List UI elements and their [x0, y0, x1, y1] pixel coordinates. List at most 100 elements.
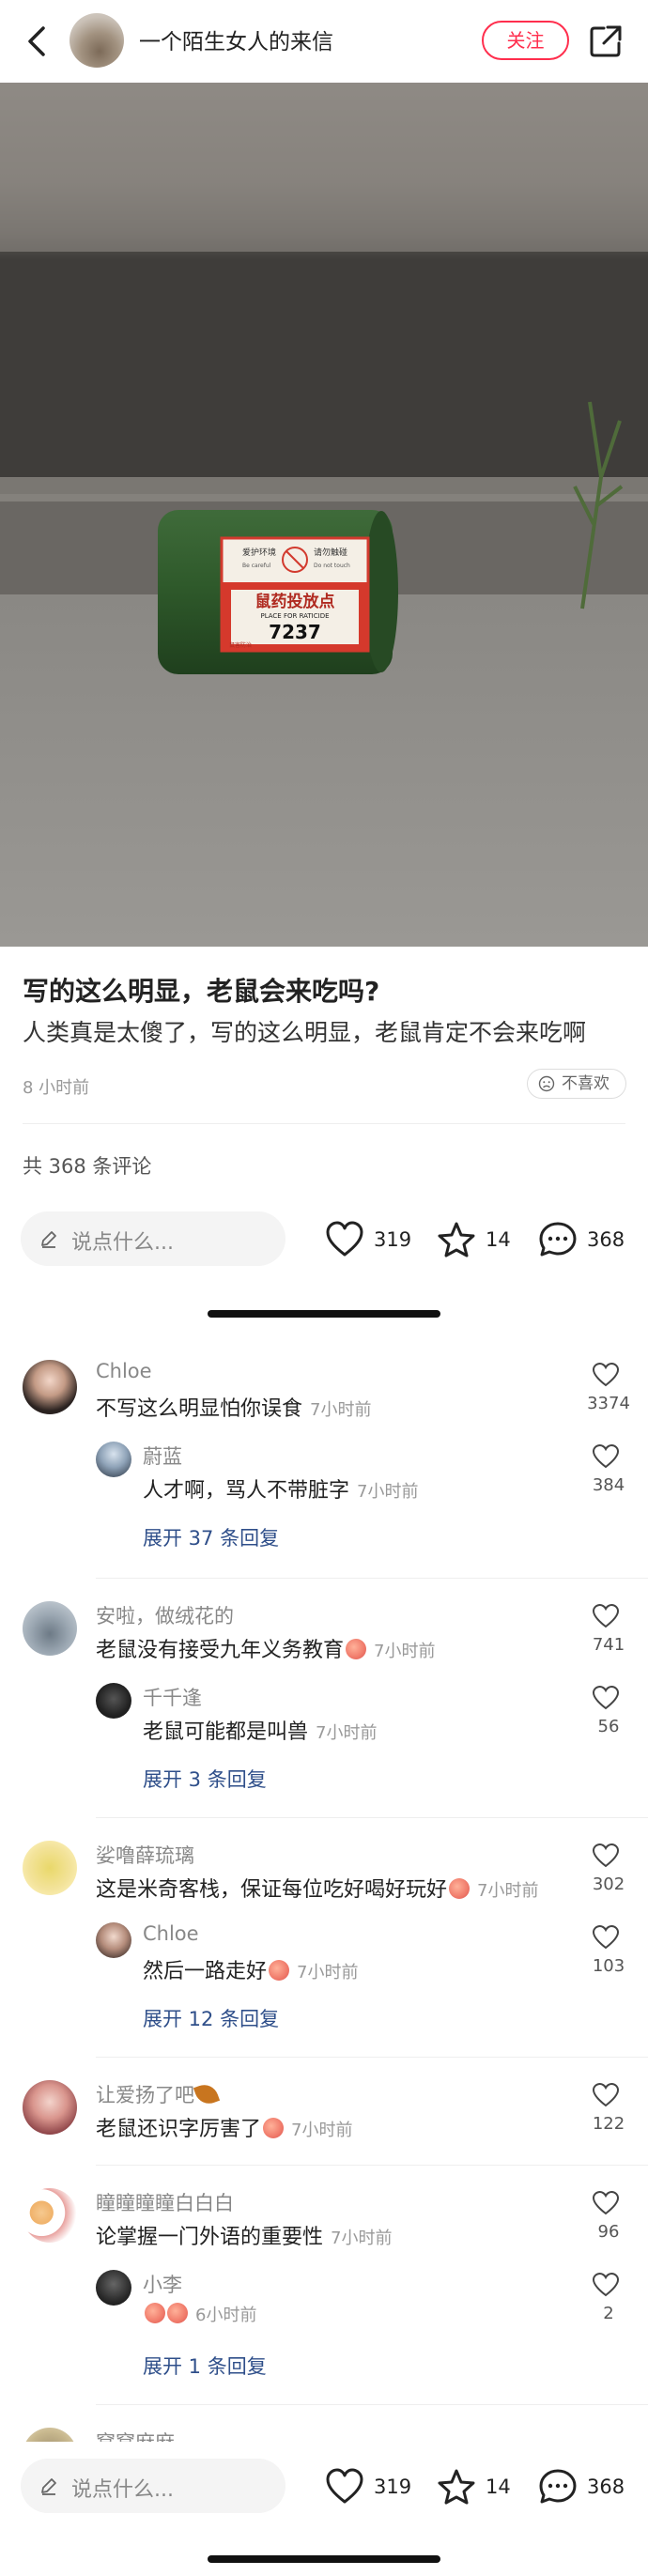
reply-body: 然后一路走好 — [143, 1960, 268, 1983]
reply-like-count: 56 — [597, 1717, 620, 1736]
comment-input[interactable]: 说点什么... — [21, 2459, 285, 2513]
comment-like-count: 302 — [592, 1874, 625, 1894]
comment-divider — [96, 1578, 648, 1579]
comment-bubble-icon — [539, 1222, 577, 1257]
expand-replies-link[interactable]: 展开 12 条回复 — [143, 2004, 279, 2032]
expand-replies-link[interactable]: 展开 1 条回复 — [143, 2352, 267, 2380]
reply-time: 7小时前 — [357, 1482, 419, 1502]
comment-text: 老鼠还识字厉害了 7小时前 — [96, 2112, 352, 2142]
commenter-avatar[interactable] — [23, 2080, 77, 2135]
comment-text: 这是米奇客栈，保证每位吃好喝好玩好 7小时前 — [96, 1873, 538, 1903]
bottom-action-bar: 说点什么... 319 14 368 — [0, 2442, 648, 2526]
reply-text: 人才啊，骂人不带脏字 7小时前 — [143, 1473, 418, 1504]
comment-divider — [96, 2165, 648, 2166]
comment-text: 论掌握一门外语的重要性 7小时前 — [96, 2220, 392, 2250]
reply-avatar[interactable] — [96, 2270, 131, 2306]
like-count: 319 — [374, 1228, 412, 1251]
commenter-avatar[interactable] — [23, 1360, 77, 1414]
heart-icon[interactable] — [592, 2272, 620, 2298]
pencil-icon — [41, 1231, 56, 1248]
home-indicator — [208, 2555, 440, 2563]
commenter-avatar[interactable] — [23, 1841, 77, 1895]
comment-like-count: 741 — [592, 1635, 625, 1655]
commenter-name[interactable]: 瞳瞳瞳瞳白白白 — [96, 2188, 234, 2216]
comment-divider — [96, 2057, 648, 2058]
comment-input-placeholder: 说点什么... — [71, 1231, 174, 1255]
comment-like-count: 122 — [592, 2114, 625, 2134]
chevron-left-icon[interactable] — [21, 23, 54, 60]
reply-like-count: 2 — [603, 2304, 614, 2323]
reply-name[interactable]: 小李 — [143, 2270, 182, 2298]
favorite-count: 14 — [486, 2476, 511, 2498]
reply-avatar[interactable] — [96, 1442, 131, 1477]
expand-replies-link[interactable]: 展开 37 条回复 — [143, 1523, 279, 1551]
comment-bubble-icon — [539, 2469, 577, 2504]
pencil-icon — [41, 2478, 56, 2495]
heart-icon[interactable] — [592, 1843, 620, 1869]
heart-icon[interactable] — [592, 2190, 620, 2216]
reply-name[interactable]: 蔚蓝 — [143, 1442, 182, 1470]
heart-icon[interactable] — [592, 1362, 620, 1388]
heart-icon[interactable] — [592, 1603, 620, 1629]
comment-time: 7小时前 — [374, 1642, 436, 1661]
home-indicator — [208, 1310, 440, 1318]
comment-time: 7小时前 — [331, 2229, 393, 2248]
author-name[interactable]: 一个陌生女人的来信 — [139, 23, 333, 55]
heart-icon[interactable] — [592, 1443, 620, 1470]
comment-body: 老鼠没有接受九年义务教育 — [96, 1639, 345, 1662]
heart-icon[interactable] — [592, 2082, 620, 2108]
comment-body: 不写这么明显怕你误食 — [96, 1397, 303, 1421]
sign-label-left: 爱护环境 — [242, 547, 276, 558]
leaf-icon — [193, 2080, 221, 2108]
star-icon — [438, 1222, 475, 1257]
heart-icon[interactable] — [592, 1924, 620, 1951]
dislike-button[interactable]: 不喜欢 — [527, 1069, 626, 1099]
note-body: 人类真是太傻了，写的这么明显，老鼠肯定不会来吃啊 — [23, 1019, 587, 1046]
commenter-avatar[interactable] — [23, 1601, 77, 1656]
emoji-icon — [263, 2118, 285, 2138]
follow-button[interactable]: 关注 — [482, 21, 569, 60]
reply-avatar[interactable] — [96, 1922, 131, 1958]
reply-body: 人才啊，骂人不带脏字 — [143, 1479, 350, 1503]
comment-input[interactable]: 说点什么... — [21, 1211, 285, 1266]
commenter-name[interactable]: 娑噜薛琉璃 — [96, 1841, 194, 1869]
comment-like-count: 3374 — [587, 1394, 630, 1413]
comment-time: 7小时前 — [291, 2121, 353, 2140]
commenter-name[interactable]: 安啦，做绒花的 — [96, 1601, 234, 1629]
comment-like-count: 96 — [597, 2222, 620, 2242]
top-nav-bar: 一个陌生女人的来信 关注 — [0, 0, 648, 83]
reply-avatar[interactable] — [96, 1683, 131, 1719]
expand-replies-link[interactable]: 展开 3 条回复 — [143, 1765, 267, 1793]
post-photo[interactable]: 爱护环境 Be careful 请勿触碰 Do not touch 鼠药投放点 … — [0, 83, 648, 947]
sign-number: 7237 — [269, 621, 321, 643]
emoji-icon — [167, 2303, 188, 2323]
like-count: 319 — [374, 2476, 412, 2498]
share-icon[interactable] — [587, 23, 625, 60]
reply-text: 然后一路走好 7小时前 — [143, 1954, 358, 1984]
emoji-icon — [449, 1878, 471, 1899]
divider — [23, 1123, 625, 1124]
reply-like-count: 384 — [592, 1475, 625, 1495]
comment-body: 论掌握一门外语的重要性 — [96, 2226, 324, 2249]
comment-input-placeholder: 说点什么... — [71, 2478, 174, 2502]
emoji-icon — [346, 1639, 367, 1659]
note-title: 写的这么明显，老鼠会来吃吗? — [23, 976, 380, 1007]
reply-body: 老鼠可能都是叫兽 — [143, 1720, 309, 1744]
reply-text: 老鼠可能都是叫兽 7小时前 — [143, 1715, 377, 1745]
heart-icon[interactable] — [592, 1685, 620, 1711]
reply-name[interactable]: Chloe — [143, 1922, 199, 1945]
comment-count: 共 368 条评论 — [23, 1155, 152, 1178]
favorite-count: 14 — [486, 1228, 511, 1251]
sign-label-left-en: Be careful — [242, 563, 271, 569]
commenter-avatar[interactable] — [23, 2188, 77, 2243]
author-avatar[interactable] — [69, 13, 124, 68]
comment-time: 7小时前 — [310, 1400, 372, 1420]
reply-name[interactable]: 千千逢 — [143, 1683, 202, 1711]
reply-text: 6小时前 — [143, 2302, 256, 2326]
commenter-name[interactable]: Chloe — [96, 1360, 152, 1382]
reply-like-count: 103 — [592, 1956, 625, 1976]
note-time: 8 小时前 — [23, 1078, 90, 1098]
emoji-icon — [269, 1960, 290, 1981]
commenter-name[interactable]: 让爱扬了吧 — [96, 2080, 221, 2108]
sign-label-right: 请勿触碰 — [314, 547, 347, 558]
